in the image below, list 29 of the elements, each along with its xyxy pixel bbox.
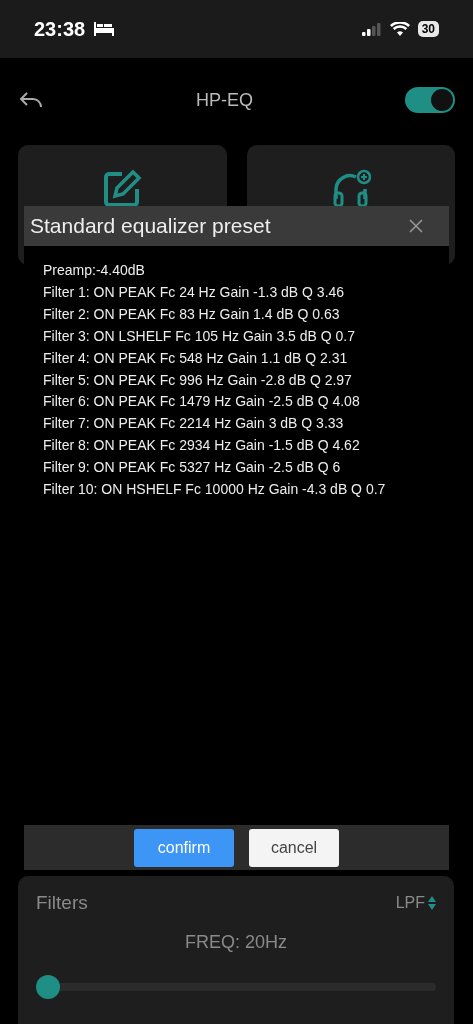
cancel-button[interactable]: cancel — [249, 828, 339, 867]
preset-line: Preamp:-4.40dB — [43, 261, 146, 280]
preset-line: Filter 9: ON PEAK Fc 5327 Hz Gain -2.5 dB Q 6 — [43, 458, 342, 478]
eq-toggle[interactable] — [405, 87, 455, 113]
preset-line: Filter 8: ON PEAK Fc 2934 Hz Gain -1.5 dB Q 4.62 — [43, 436, 361, 456]
battery-level: 30 — [417, 21, 439, 37]
filter-type-select[interactable]: LPF — [395, 894, 436, 912]
preset-line: Filter 1: ON PEAK Fc 24 Hz Gain -1.3 dB Q 3.46 — [43, 282, 346, 302]
slider-thumb[interactable] — [36, 975, 60, 999]
edit-icon — [102, 169, 143, 209]
preset-line: Filter 6: ON PEAK Fc 1479 Hz Gain -2.5 dB Q 4.08 — [43, 392, 361, 412]
status-time: 23:38 — [34, 17, 86, 41]
back-icon[interactable] — [18, 90, 44, 110]
wifi-icon — [389, 22, 410, 36]
preset-line: Filter 3: ON LSHELF Fc 105 Hz Gain 3.5 dB Q 0.7 — [43, 326, 356, 346]
freq-slider[interactable] — [36, 975, 436, 999]
bed-icon — [93, 22, 116, 36]
sort-icon — [428, 896, 436, 910]
signal-icon — [361, 22, 382, 36]
filters-title: Filters — [36, 892, 88, 914]
page-title: HP-EQ — [195, 89, 254, 111]
preset-line: Filter 10: ON HSHELF Fc 10000 Hz Gain -4.3 dB Q 0.7 — [43, 480, 387, 500]
preset-line: Filter 7: ON PEAK Fc 2214 Hz Gain 3 dB Q 3.33 — [43, 414, 345, 434]
preset-line: Filter 4: ON PEAK Fc 548 Hz Gain 1.1 dB Q 2.31 — [43, 348, 349, 368]
dialog-title: Standard equalizer preset — [30, 214, 272, 238]
preset-line: Filter 2: ON PEAK Fc 83 Hz Gain 1.4 dB Q 0.63 — [43, 304, 341, 324]
preset-line: Filter 5: ON PEAK Fc 996 Hz Gain -2.8 dB Q 2.97 — [43, 370, 353, 390]
freq-label: FREQ: 20Hz — [184, 932, 288, 953]
confirm-button[interactable]: confirm — [134, 828, 234, 867]
